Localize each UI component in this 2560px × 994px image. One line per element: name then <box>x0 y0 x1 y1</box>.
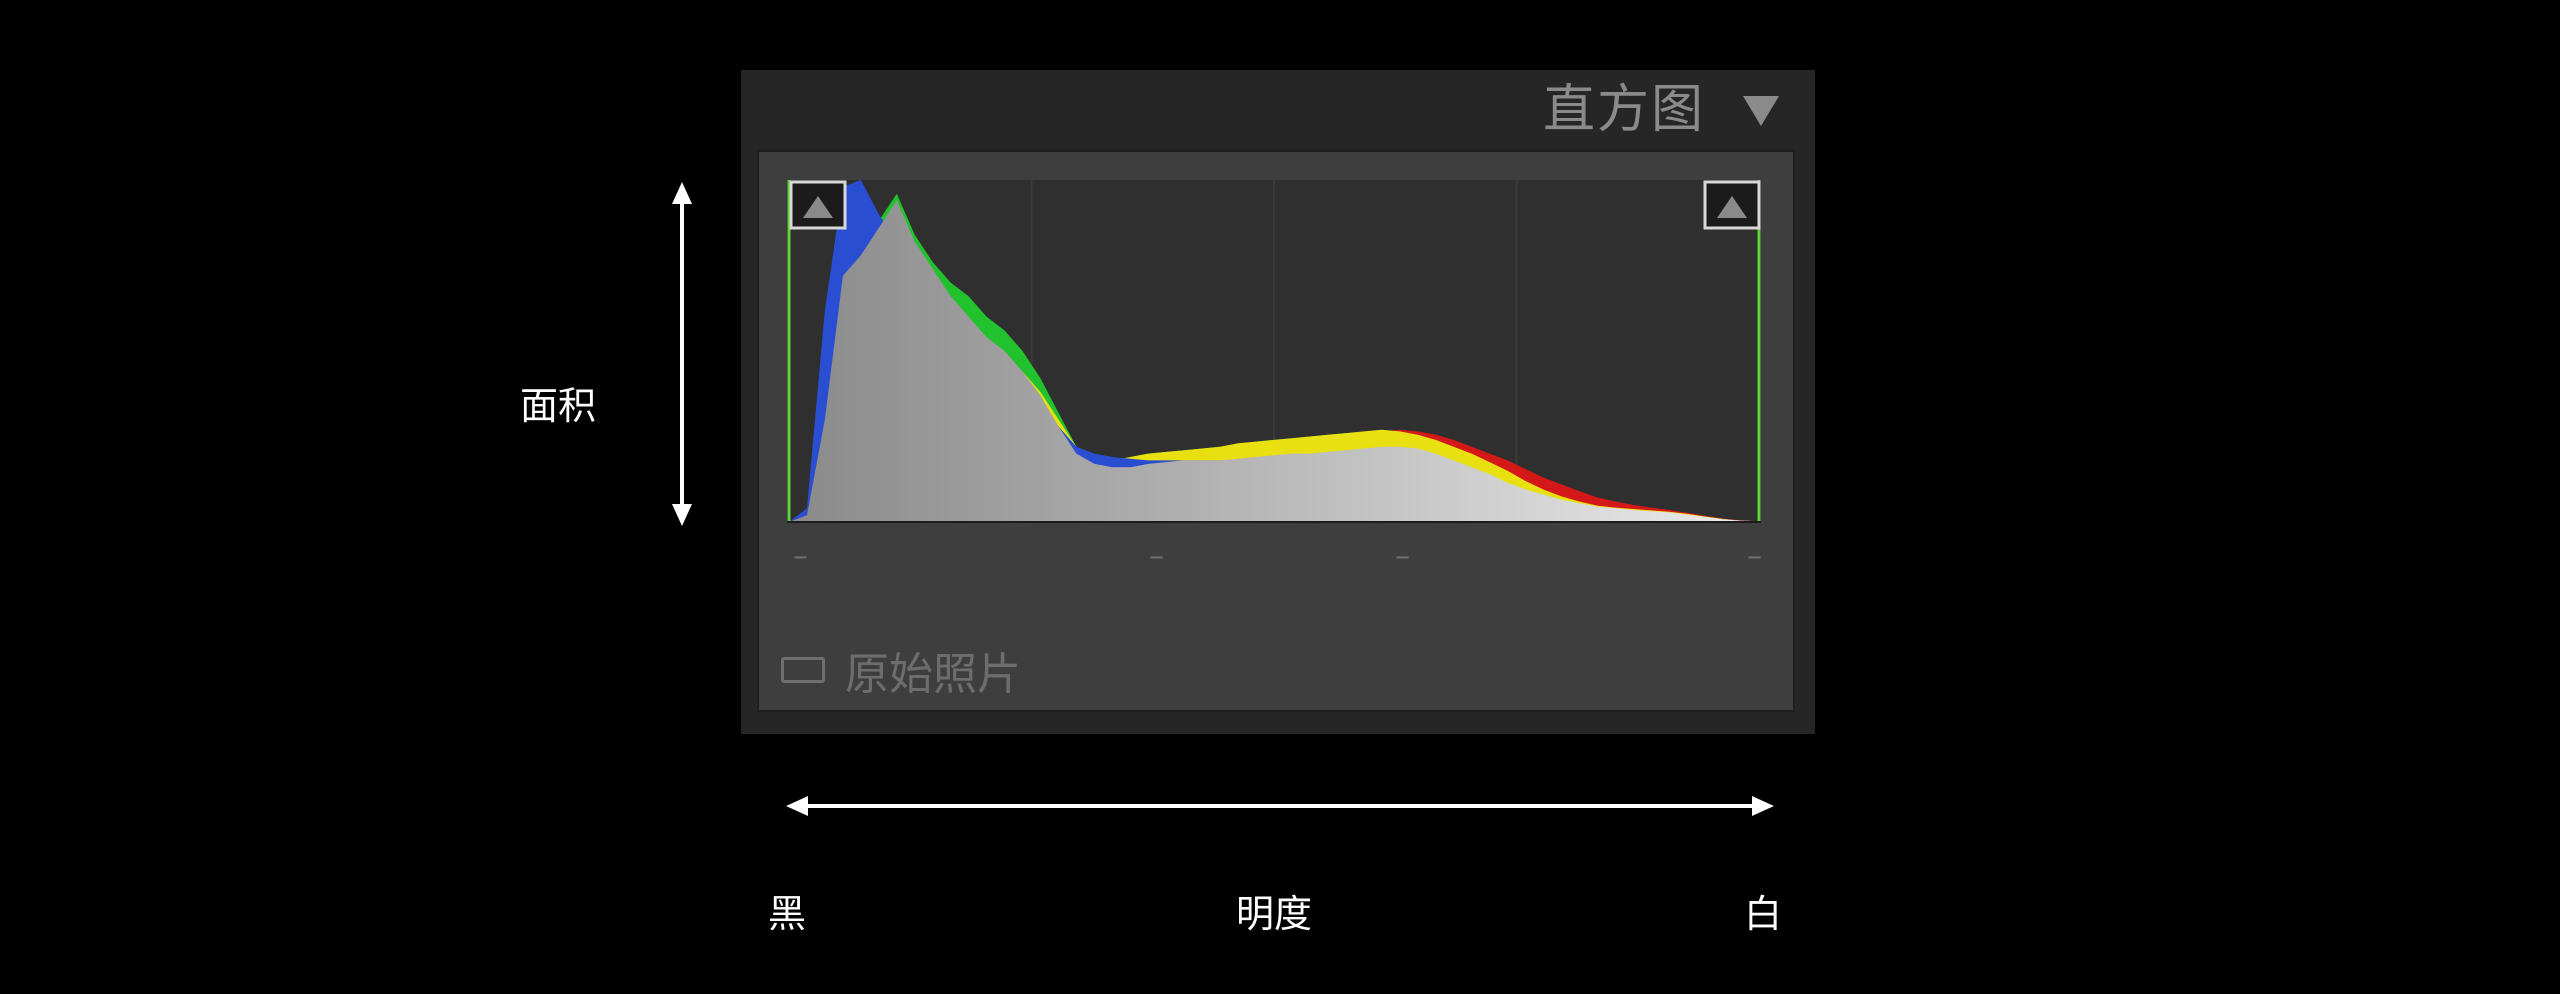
annotation-arrows <box>672 182 1774 816</box>
white-label: 白 <box>1744 892 1783 936</box>
vertical-double-arrow <box>672 182 692 526</box>
brightness-label: 明度 <box>1236 892 1313 936</box>
horizontal-double-arrow <box>786 796 1774 816</box>
area-label: 面积 <box>520 384 597 428</box>
black-label: 黑 <box>768 892 807 936</box>
